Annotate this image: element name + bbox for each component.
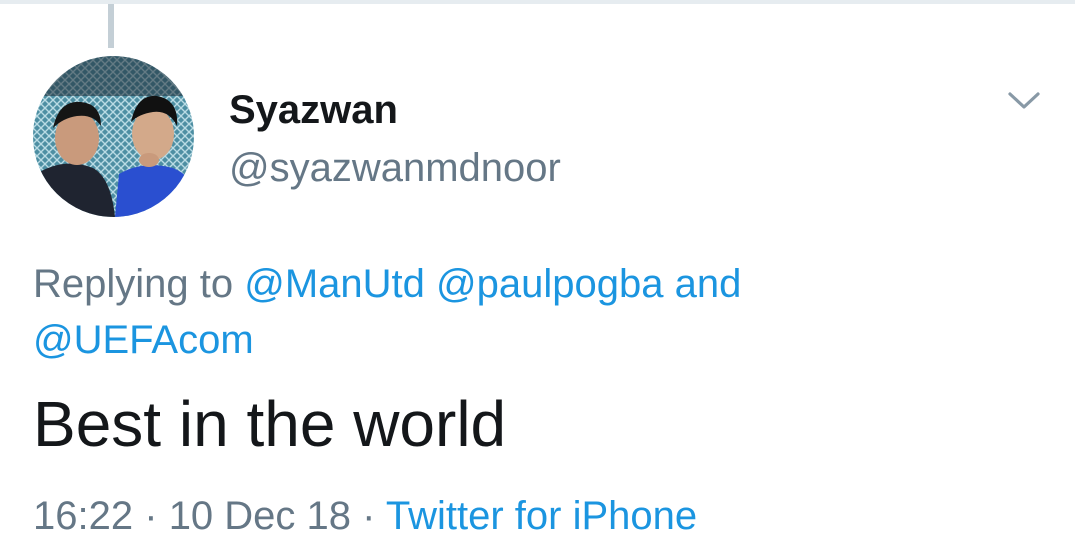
display-name[interactable]: Syazwan bbox=[229, 86, 398, 134]
avatar-photo bbox=[33, 56, 194, 217]
tweet-meta: 16:22 · 10 Dec 18 · Twitter for iPhone bbox=[33, 488, 697, 544]
top-divider bbox=[0, 0, 1075, 4]
user-handle[interactable]: @syazwanmdnoor bbox=[229, 144, 561, 192]
reply-context: Replying to @ManUtd @paulpogba and @UEFA… bbox=[33, 256, 1033, 368]
mention-conjunction[interactable]: and bbox=[675, 262, 742, 306]
meta-separator: · bbox=[362, 494, 376, 538]
tweet-date[interactable]: 10 Dec 18 bbox=[169, 494, 351, 538]
avatar[interactable] bbox=[33, 56, 194, 217]
mention-uefacom[interactable]: @UEFAcom bbox=[33, 318, 254, 362]
tweet-time[interactable]: 16:22 bbox=[33, 494, 133, 538]
meta-separator: · bbox=[144, 494, 158, 538]
reply-prefix: Replying to bbox=[33, 262, 234, 306]
chevron-down-icon bbox=[1008, 92, 1040, 109]
tweet-text: Best in the world bbox=[33, 388, 507, 460]
mention-paulpogba[interactable]: @paulpogba bbox=[436, 262, 663, 306]
thread-connector-line bbox=[108, 4, 114, 48]
tweet-source[interactable]: Twitter for iPhone bbox=[386, 494, 697, 538]
tweet-menu-button[interactable] bbox=[1002, 84, 1046, 118]
mention-manutd[interactable]: @ManUtd bbox=[244, 262, 425, 306]
